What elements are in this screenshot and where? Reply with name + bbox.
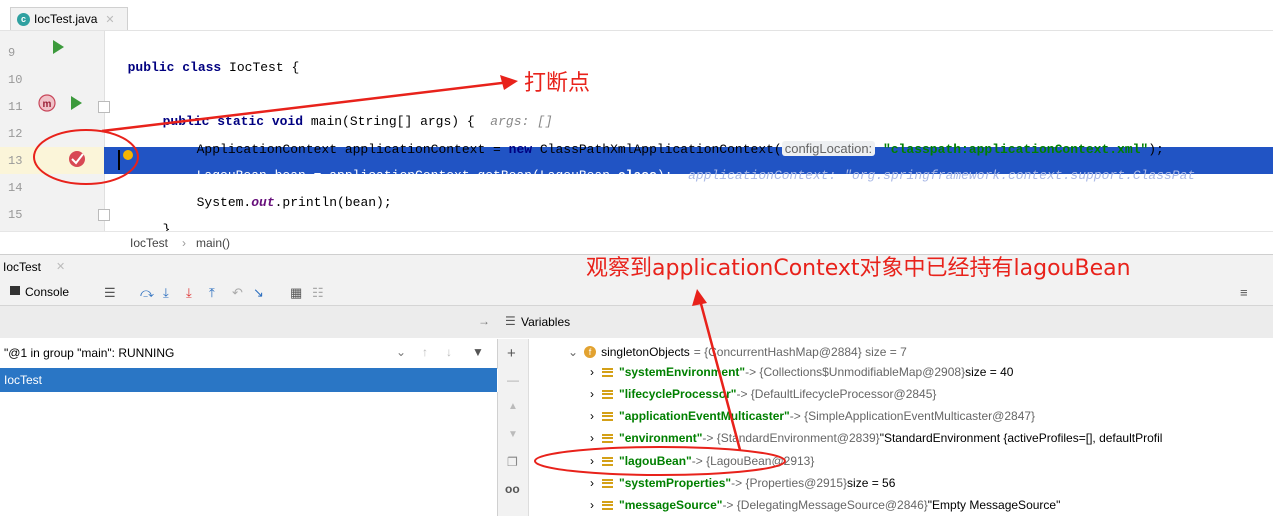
breakpoint-highlight-ellipse bbox=[33, 129, 139, 185]
breakpoint-annotation: 打断点 bbox=[524, 71, 591, 96]
lagoubean-highlight-ellipse bbox=[534, 446, 786, 476]
observe-arrow bbox=[698, 299, 742, 451]
observe-annotation: 观察到applicationContext对象中已经持有lagouBean bbox=[586, 256, 1131, 281]
observe-arrowhead bbox=[692, 289, 707, 306]
breakpoint-arrowhead bbox=[500, 75, 518, 90]
breakpoint-arrow bbox=[101, 80, 511, 133]
